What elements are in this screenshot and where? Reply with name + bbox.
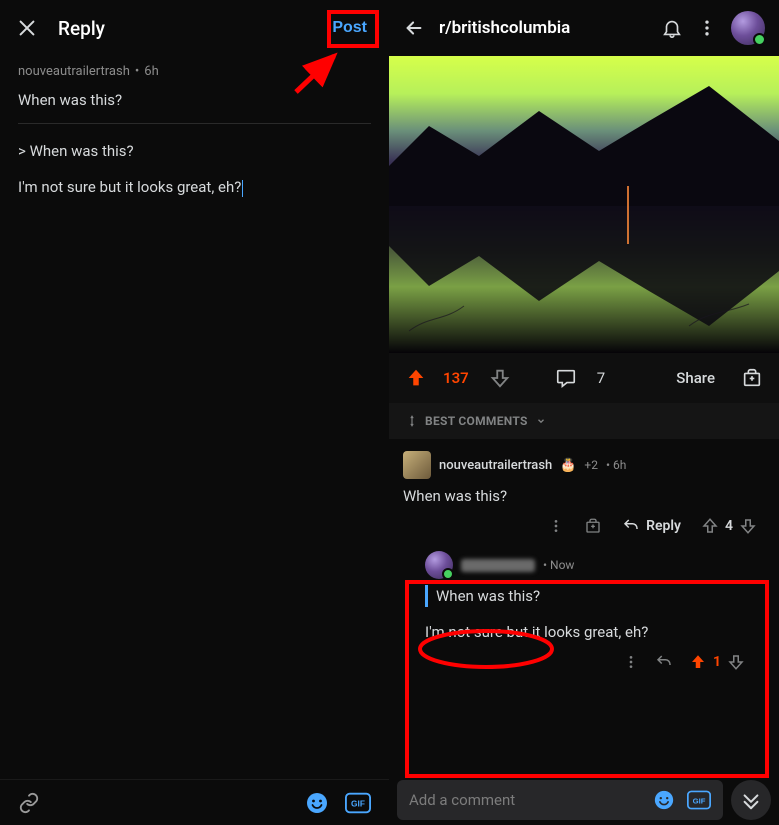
close-icon[interactable] [16,17,38,39]
quoted-line: > When was this? [0,124,389,166]
comment-award-icon[interactable] [584,517,602,535]
comment-age: • 6h [606,458,626,472]
subreddit-name[interactable]: r/britishcolumbia [439,18,647,38]
sort-bar[interactable]: BEST COMMENTS [389,403,779,439]
sort-label: BEST COMMENTS [425,414,528,428]
nested-downvote-icon[interactable] [727,653,745,671]
nested-more-icon[interactable] [623,654,639,670]
back-icon[interactable] [403,17,425,39]
reply-label: Reply [646,518,681,534]
parent-comment-meta: nouveautrailertrash•6h [0,56,389,83]
comment-score: 4 [725,518,733,534]
compose-footer: GIF [0,779,389,825]
parent-age: 6h [144,64,158,79]
comment-count: 7 [597,369,605,387]
share-button[interactable]: Share [676,369,715,387]
link-icon[interactable] [18,792,40,814]
nested-reply-body: I'm not sure but it looks great, eh? [425,619,755,649]
add-comment-input[interactable]: Add a comment GIF [397,780,723,820]
downvote-icon[interactable] [489,367,511,389]
nested-avatar[interactable] [425,551,453,579]
reply-textarea[interactable]: I'm not sure but it looks great, eh? [0,166,389,209]
notifications-icon[interactable] [661,17,683,39]
svg-text:GIF: GIF [693,796,706,805]
comment-body: When was this? [403,479,765,511]
nested-upvote-icon[interactable] [689,653,707,671]
nested-reply-icon[interactable] [655,653,673,671]
nested-reply: • Now When was this? I'm not sure but it… [417,541,765,681]
comment-avatar[interactable] [403,451,431,479]
add-comment-row: Add a comment GIF [389,775,779,825]
post-actions-bar: 137 7 Share [389,353,779,403]
cake-icon: 🎂 [560,458,576,473]
svg-text:GIF: GIF [351,798,365,808]
comment-more-icon[interactable] [548,518,564,534]
reply-compose-pane: Reply Post nouveautrailertrash•6h When w… [0,0,389,825]
post-view-pane: r/britishcolumbia [389,0,779,825]
sort-icon [405,414,419,428]
compose-title: Reply [58,17,105,40]
post-score: 137 [443,369,469,387]
comment-points: +2 [584,458,598,472]
parent-username: nouveautrailertrash [18,64,130,79]
upvote-icon[interactable] [405,367,427,389]
nested-quoted-text: When was this? [425,585,755,607]
compose-header: Reply Post [0,0,389,56]
nested-reply-header: • Now [425,551,755,579]
emoji-icon[interactable] [653,789,675,811]
chevron-down-icon [536,416,546,426]
comment-header: nouveautrailertrash 🎂 +2 • 6h [403,451,765,479]
comment-downvote-icon[interactable] [739,517,757,535]
nested-score: 1 [713,654,721,670]
comment: nouveautrailertrash 🎂 +2 • 6h When was t… [389,439,779,687]
parent-comment-body: When was this? [0,83,389,123]
collapse-button[interactable] [731,780,771,820]
award-icon[interactable] [741,367,763,389]
add-comment-placeholder: Add a comment [409,791,515,809]
reply-draft-text: I'm not sure but it looks great, eh? [18,178,241,196]
nested-reply-actions: 1 [425,649,755,673]
gif-icon[interactable]: GIF [687,789,711,811]
post-header: r/britishcolumbia [389,0,779,56]
comments-icon[interactable] [555,367,577,389]
more-icon[interactable] [697,18,717,38]
user-avatar[interactable] [731,11,765,45]
text-cursor [242,180,243,197]
reply-button[interactable]: Reply [622,517,681,535]
comment-username[interactable]: nouveautrailertrash [439,458,552,473]
comment-upvote-icon[interactable] [701,517,719,535]
post-button[interactable]: Post [326,15,373,41]
post-image[interactable] [389,56,779,353]
comment-actions: Reply 4 [403,511,765,541]
gif-icon[interactable]: GIF [345,792,371,814]
nested-username-redacted [461,559,535,572]
nested-age: • Now [543,558,574,572]
emoji-icon[interactable] [305,791,329,815]
